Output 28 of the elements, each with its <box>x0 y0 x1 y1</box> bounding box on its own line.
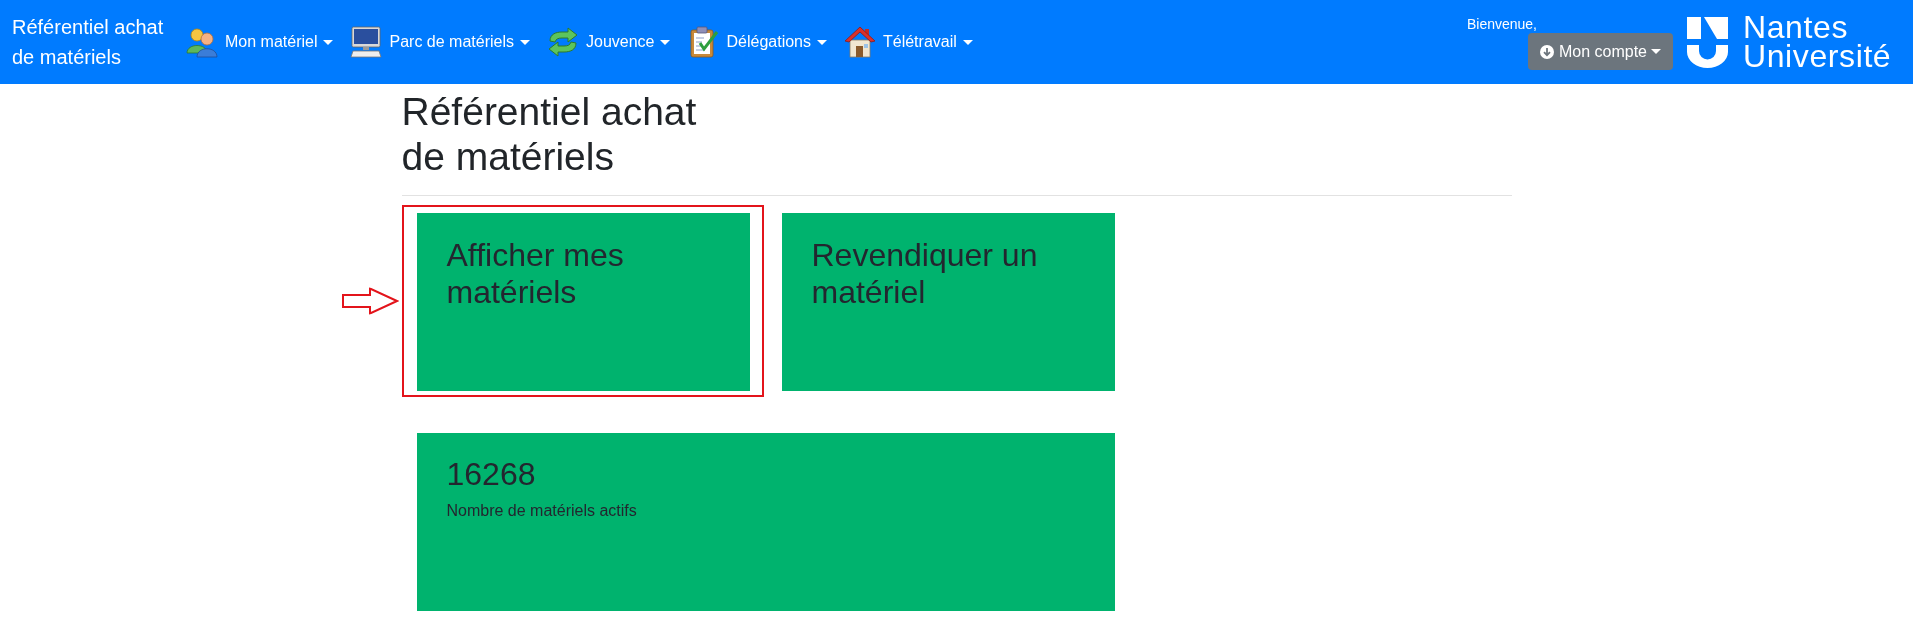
caret-icon <box>323 39 334 45</box>
people-icon <box>186 26 218 58</box>
stat-value: 16268 <box>446 456 537 493</box>
caret-icon <box>962 39 973 45</box>
arrow-icon <box>341 287 399 315</box>
arrow-down-circle-icon <box>1539 44 1554 59</box>
caret-icon <box>520 39 530 45</box>
nav-menu[interactable]: Mon matériel <box>186 26 334 58</box>
computer-icon <box>350 26 383 58</box>
welcome-text: Bienvenue, <box>1466 16 1537 33</box>
house-icon <box>844 26 876 58</box>
caret-icon <box>1651 49 1661 54</box>
logo-text: Nantes Université <box>1743 13 1893 71</box>
caret-icon <box>660 39 671 45</box>
caret-icon <box>817 39 827 45</box>
logo-icon <box>1687 16 1728 68</box>
nav-menu[interactable]: Délégations <box>687 26 827 58</box>
nav-menu[interactable]: Parc de matériels <box>350 26 530 58</box>
nav-menu[interactable]: Télétravail <box>844 26 973 58</box>
page-title: Référentiel achat de matériels <box>401 89 698 179</box>
brand-link[interactable]: Référentiel achat de matériels <box>12 12 172 72</box>
account-button[interactable]: Mon compte <box>1527 33 1673 70</box>
menu-tile[interactable]: Afficher mes matériels <box>416 213 750 391</box>
stat-caption: Nombre de matériels actifs <box>446 501 638 521</box>
nav-menu[interactable]: Jouvence <box>547 26 671 58</box>
clipboard-check-icon <box>687 26 720 58</box>
cycle-arrows-icon <box>547 26 579 58</box>
menu-tile[interactable]: Revendiquer un matériel <box>781 213 1115 391</box>
